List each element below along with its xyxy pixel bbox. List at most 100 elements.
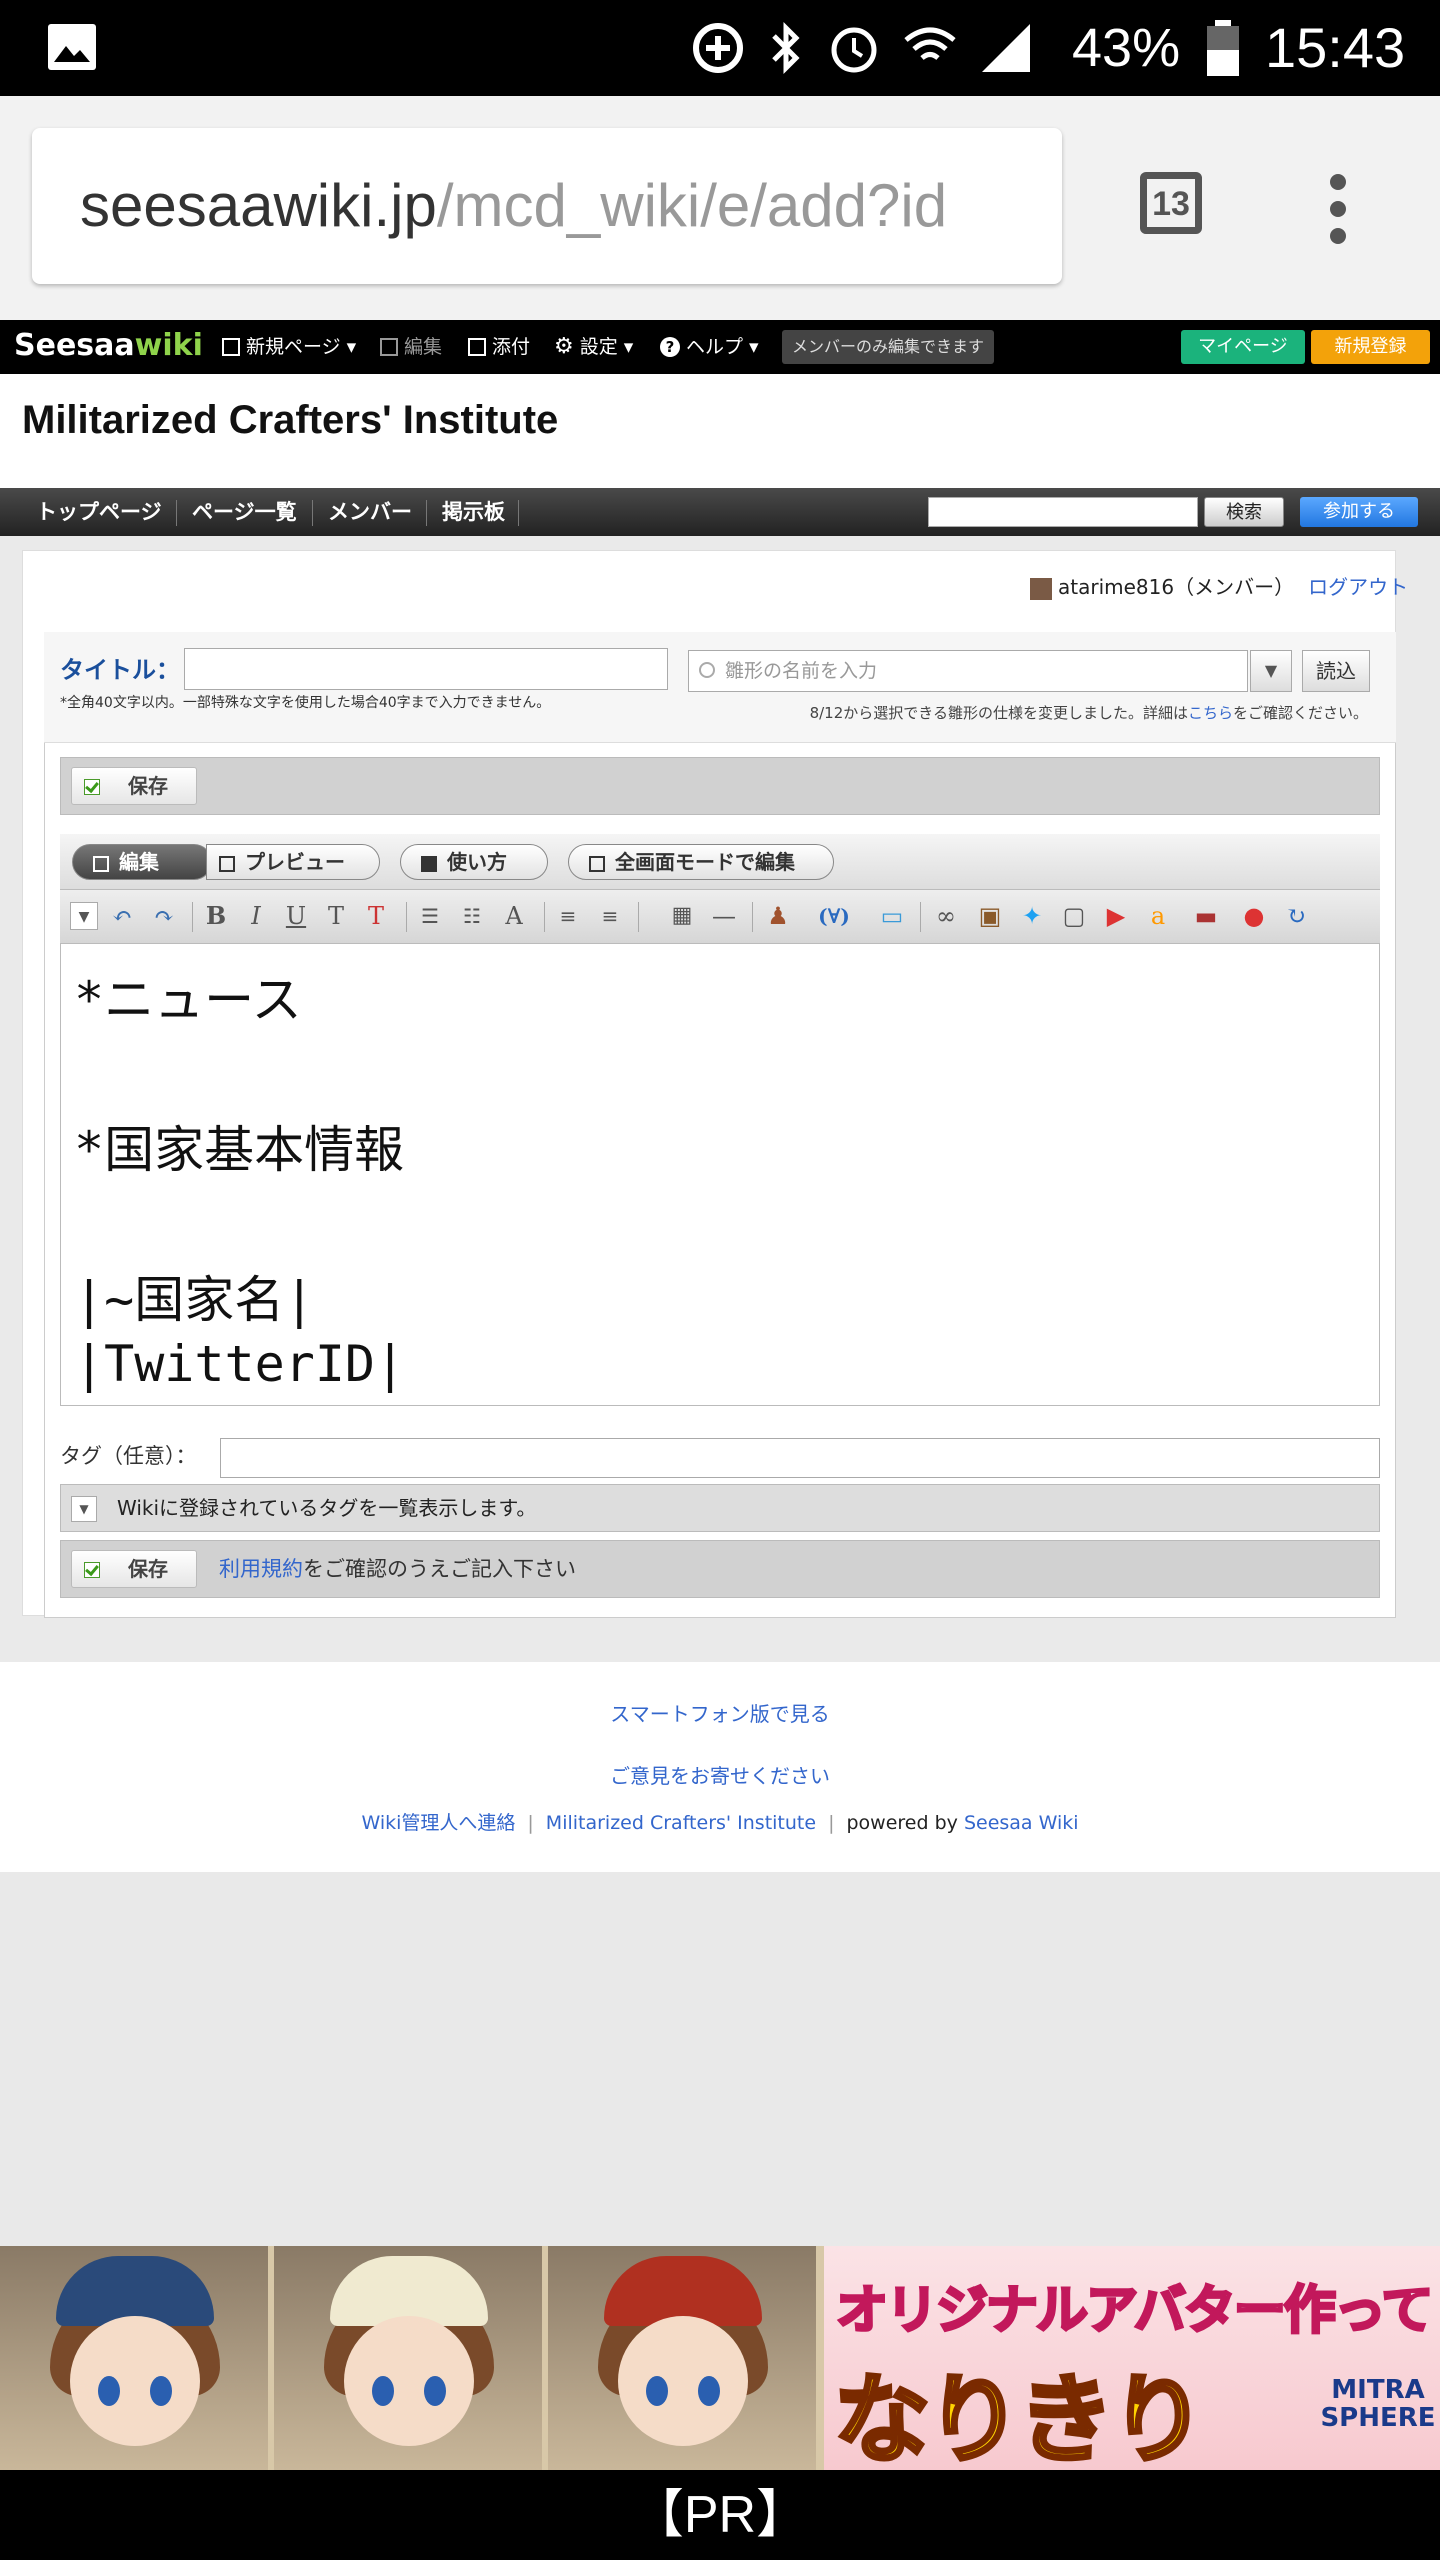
- tab-switcher-button[interactable]: 13: [1140, 172, 1202, 234]
- fullscreen-edit-button[interactable]: 全画面モードで編集: [568, 844, 834, 880]
- mode-edit-tab[interactable]: 編集: [72, 844, 212, 880]
- bold-icon[interactable]: B: [202, 902, 230, 930]
- nav-top-page[interactable]: トップページ: [36, 488, 162, 536]
- amazon-icon[interactable]: a: [1144, 902, 1172, 930]
- feedback-link: ご意見をお寄せください: [0, 1760, 1440, 1789]
- bullet-list-icon[interactable]: ☰: [416, 902, 444, 930]
- align-center-icon[interactable]: ≡: [554, 902, 582, 930]
- smartphone-link-text[interactable]: スマートフォン版で見る: [610, 1702, 829, 1726]
- ad-headline: オリジナルアバター作って: [834, 2280, 1434, 2343]
- load-template-button[interactable]: 読込: [1302, 650, 1370, 692]
- menu-new-page-label: 新規ページ: [246, 336, 341, 358]
- save-bar-bottom: 保存 利用規約をご確認のうえご記入下さい: [60, 1540, 1380, 1598]
- tag-input[interactable]: [220, 1438, 1380, 1478]
- search-button[interactable]: 検索: [1204, 497, 1284, 527]
- join-button[interactable]: 参加する: [1300, 497, 1418, 527]
- youtube-icon[interactable]: ▶: [1102, 902, 1130, 930]
- table-icon[interactable]: ▦: [668, 902, 696, 930]
- powered-by-label: powered by: [846, 1812, 958, 1834]
- title-label: タイトル：: [60, 656, 180, 684]
- template-note: 8/12から選択できる雛形の仕様を変更しました。詳細はこちらをご確認ください。: [810, 702, 1368, 723]
- undo-icon[interactable]: ↶: [108, 902, 136, 930]
- edit-icon: [380, 338, 398, 356]
- terms-notice: 利用規約をご確認のうえご記入下さい: [219, 1541, 576, 1597]
- seesaa-wiki-logo[interactable]: Seesaawiki: [14, 328, 203, 363]
- title-hint: *全角40文字以内。一部特殊な文字を使用した場合40字まで入力できません。: [60, 695, 551, 711]
- save-button-top[interactable]: 保存: [71, 767, 197, 805]
- seesaa-wiki-link[interactable]: Seesaa Wiki: [964, 1812, 1079, 1834]
- template-placeholder: 雛形の名前を入力: [725, 660, 878, 682]
- stamp-icon[interactable]: ♟: [764, 902, 792, 930]
- format-dropdown-icon[interactable]: ▼: [70, 902, 98, 930]
- mode-preview-tab[interactable]: プレビュー: [206, 844, 380, 880]
- align-right-icon[interactable]: ≡: [596, 902, 624, 930]
- ad-text-banner: オリジナルアバター作って なりきり MITRA SPHERE: [824, 2246, 1440, 2470]
- fullscreen-label: 全画面モードで編集: [615, 850, 795, 874]
- image-embed-icon[interactable]: ▢: [1060, 902, 1088, 930]
- page-icon: [222, 338, 240, 356]
- nav-board[interactable]: 掲示板: [442, 488, 505, 536]
- link-icon[interactable]: ∞: [932, 902, 960, 930]
- howto-button[interactable]: 使い方: [400, 844, 548, 880]
- nav-members[interactable]: メンバー: [328, 488, 412, 536]
- refresh-icon[interactable]: ↻: [1282, 902, 1310, 930]
- gallery-icon: [48, 24, 96, 70]
- contact-admin-link[interactable]: Wiki管理人へ連絡: [361, 1812, 515, 1834]
- numbered-list-icon[interactable]: ☷: [458, 902, 486, 930]
- menu-settings[interactable]: ⚙ 設定 ▾: [554, 320, 633, 374]
- data-saver-icon: [693, 23, 743, 73]
- member-only-badge: メンバーのみ編集できます: [782, 330, 995, 364]
- comment-icon[interactable]: ▭: [878, 902, 906, 930]
- site-title-bar: Militarized Crafters' Institute: [0, 374, 1440, 488]
- expand-icon: ▼: [71, 1496, 97, 1522]
- logout-link[interactable]: ログアウト: [1308, 575, 1408, 599]
- wiki-text-editor[interactable]: *ニュース *国家基本情報 |~国家名| |TwitterID|: [62, 946, 1378, 1404]
- nav-page-list[interactable]: ページ一覧: [192, 488, 297, 536]
- footer-site-link[interactable]: Militarized Crafters' Institute: [546, 1812, 816, 1834]
- twitter-icon[interactable]: ✦: [1018, 902, 1046, 930]
- menu-attach[interactable]: 添付: [468, 320, 530, 374]
- battery-icon: [1207, 20, 1239, 76]
- feedback-link-text[interactable]: ご意見をお寄せください: [610, 1764, 830, 1788]
- search-icon: [699, 662, 715, 678]
- redo-icon[interactable]: ↷: [150, 902, 178, 930]
- my-page-button[interactable]: マイページ: [1181, 330, 1305, 364]
- mode-preview-label: プレビュー: [245, 850, 345, 874]
- horizontal-rule-icon[interactable]: —: [710, 902, 738, 930]
- menu-attach-label: 添付: [492, 336, 531, 358]
- register-button[interactable]: 新規登録: [1311, 330, 1430, 364]
- terms-link[interactable]: 利用規約: [219, 1557, 303, 1581]
- map-pin-icon[interactable]: ●: [1240, 902, 1268, 930]
- ad-brand: MITRA SPHERE: [1320, 2375, 1436, 2433]
- text-color-icon[interactable]: T: [362, 902, 390, 930]
- heading-icon[interactable]: A: [500, 902, 528, 930]
- address-bar[interactable]: seesaawiki.jp/mcd_wiki/e/add?id: [32, 128, 1062, 284]
- video-icon[interactable]: ▬: [1188, 902, 1224, 930]
- underline-icon[interactable]: U: [282, 902, 310, 930]
- wifi-icon: [904, 27, 956, 60]
- editor-line: *ニュース: [74, 971, 302, 1029]
- clock: 15:43: [1265, 16, 1406, 79]
- site-title[interactable]: Militarized Crafters' Institute: [22, 398, 558, 443]
- menu-new-page[interactable]: 新規ページ ▾: [222, 320, 356, 374]
- template-note-link[interactable]: こちら: [1188, 704, 1233, 722]
- photo-icon[interactable]: ▣: [976, 902, 1004, 930]
- battery-percent: 43%: [1072, 18, 1181, 78]
- tag-list-toggle[interactable]: ▼ Wikiに登録されているタグを一覧表示します。: [60, 1484, 1380, 1532]
- editor-line: |~国家名|: [74, 1271, 315, 1329]
- emoticon-icon[interactable]: (∀): [808, 902, 860, 930]
- username: atarime816（メンバー）: [1058, 575, 1295, 599]
- logo-main: Seesaa: [14, 328, 135, 363]
- ad-banner[interactable]: オリジナルアバター作って なりきり MITRA SPHERE: [0, 2246, 1440, 2470]
- template-dropdown-button[interactable]: ▼: [1250, 650, 1292, 692]
- italic-icon[interactable]: I: [242, 902, 270, 930]
- font-size-icon[interactable]: T: [322, 902, 350, 930]
- menu-edit[interactable]: 編集: [380, 320, 442, 374]
- title-input[interactable]: [184, 648, 668, 690]
- overflow-menu-icon[interactable]: [1330, 174, 1346, 244]
- menu-help[interactable]: ? ヘルプ ▾: [660, 320, 759, 374]
- ad-character-image: [0, 2246, 268, 2470]
- search-input[interactable]: [928, 497, 1198, 527]
- save-button-bottom[interactable]: 保存: [71, 1550, 197, 1588]
- template-name-input[interactable]: 雛形の名前を入力: [688, 650, 1248, 692]
